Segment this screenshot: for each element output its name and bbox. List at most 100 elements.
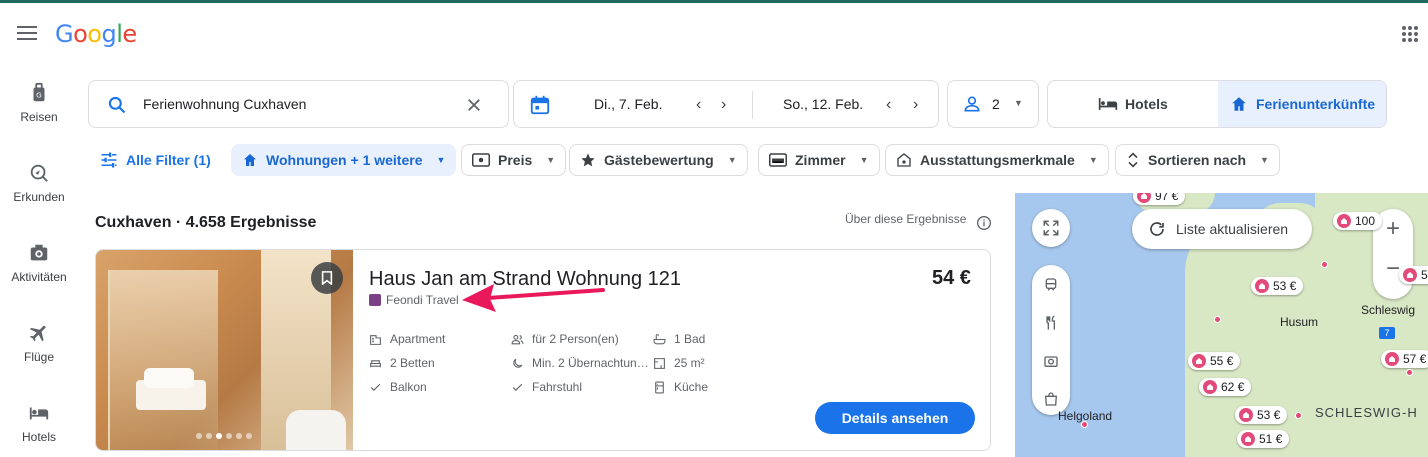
checkout-next-icon[interactable]: › [913, 96, 918, 114]
bathtub-icon [653, 333, 666, 344]
map-price-pin[interactable]: 51 € [1237, 430, 1290, 448]
rooms-icon [769, 153, 787, 167]
refresh-icon [1150, 222, 1164, 236]
guests-selector[interactable]: 2 ▼ [947, 80, 1039, 128]
nav-item-erkunden[interactable]: Erkunden [0, 162, 78, 204]
restaurants-layer-button[interactable] [1032, 305, 1070, 341]
provider-name: Feondi Travel [386, 293, 459, 307]
nav-item-hotels[interactable]: Hotels [0, 402, 78, 444]
camera-icon [1044, 356, 1058, 367]
camera-icon [30, 244, 48, 261]
checkin-prev-icon[interactable]: ‹ [696, 96, 701, 114]
train-icon [1045, 278, 1057, 291]
checkin-date[interactable]: Di., 7. Feb. [594, 96, 662, 112]
filter-rating-label: Gästebewertung [604, 152, 714, 168]
nav-item-reisen[interactable]: G Reisen [0, 82, 78, 124]
property-type-toggle: Hotels Ferienunterkünfte [1047, 80, 1387, 128]
clear-icon[interactable] [465, 96, 483, 114]
filter-apartments[interactable]: Wohnungen + 1 weitere ▼ [231, 144, 457, 176]
all-filters-label: Alle Filter (1) [126, 152, 211, 168]
area-icon [654, 357, 665, 369]
checkout-date[interactable]: So., 12. Feb. [783, 96, 863, 112]
nav-item-fluege[interactable]: Flüge [0, 322, 78, 364]
type-hotels-button[interactable]: Hotels [1048, 81, 1218, 127]
map-dot[interactable] [1214, 316, 1221, 323]
map-price-pin[interactable]: 57 € [1381, 350, 1428, 368]
map-price-pin[interactable]: 53 € [1235, 406, 1288, 424]
date-divider [752, 91, 753, 119]
map-dot[interactable] [1295, 412, 1302, 419]
apps-grid-icon[interactable] [1402, 26, 1418, 42]
filter-price[interactable]: Preis ▼ [461, 144, 567, 176]
map-dot[interactable] [1321, 261, 1328, 268]
transit-layer-button[interactable] [1032, 267, 1070, 303]
nav-item-aktivitaeten[interactable]: Aktivitäten [0, 242, 78, 284]
amenity-item: 1 Bad [653, 332, 705, 346]
person-icon [964, 96, 980, 112]
home-icon [244, 154, 256, 166]
sort-icon [1128, 152, 1138, 168]
sort-button[interactable]: Sortieren nach ▼ [1115, 144, 1280, 176]
guests-count: 2 [992, 96, 1000, 112]
update-list-label: Liste aktualisieren [1176, 221, 1289, 237]
nav-label: Erkunden [13, 190, 65, 204]
flight-icon [29, 325, 46, 342]
details-button[interactable]: Details ansehen [815, 402, 975, 434]
map-price-pin[interactable]: 100 [1333, 212, 1383, 230]
map-price-pin[interactable]: 54 [1399, 266, 1428, 284]
listing-photo[interactable] [96, 250, 353, 450]
checkin-next-icon[interactable]: › [721, 96, 726, 114]
search-input[interactable]: Ferienwohnung Cuxhaven [88, 80, 509, 128]
fullscreen-button[interactable] [1032, 209, 1070, 247]
filter-rooms[interactable]: Zimmer ▼ [758, 144, 880, 176]
map-panel[interactable]: Liste aktualisieren + − 97 € 100 53 € 54… [1015, 193, 1428, 457]
search-icon [108, 96, 126, 114]
all-filters-button[interactable]: Alle Filter (1) [90, 144, 221, 176]
type-vacation-label: Ferienunterkünfte [1256, 96, 1376, 112]
provider-logo-icon [369, 294, 381, 306]
filter-price-label: Preis [498, 152, 533, 168]
annotation-arrow [462, 284, 605, 312]
filter-rating[interactable]: Gästebewertung ▼ [569, 144, 748, 176]
main-menu-icon[interactable] [17, 26, 37, 42]
chevron-down-icon: ▼ [1088, 155, 1098, 165]
people-icon [511, 334, 524, 344]
info-icon[interactable] [976, 215, 992, 231]
map-dot[interactable] [1406, 369, 1413, 376]
map-price-pin[interactable]: 97 € [1133, 193, 1186, 205]
checkout-prev-icon[interactable]: ‹ [886, 96, 891, 114]
amenity-label: für 2 Person(en) [532, 332, 619, 346]
listing-provider: Feondi Travel [369, 293, 459, 307]
search-query: Ferienwohnung Cuxhaven [143, 96, 307, 112]
nav-label: Reisen [20, 110, 58, 124]
about-results-link[interactable]: Über diese Ergebnisse [845, 212, 966, 226]
map-label-husum: Husum [1280, 315, 1319, 329]
google-logo[interactable]: Google [55, 20, 137, 48]
update-list-button[interactable]: Liste aktualisieren [1132, 209, 1312, 249]
map-price-pin[interactable]: 62 € [1199, 378, 1252, 396]
nav-label: Hotels [21, 430, 56, 444]
bookmark-button[interactable] [311, 262, 343, 294]
listing-price: 54 € [932, 267, 971, 289]
svg-text:G: G [36, 91, 42, 100]
amenity-item: 25 m² [653, 356, 705, 370]
amenity-item: Balkon [369, 380, 427, 394]
bed-icon [1098, 98, 1118, 110]
check-icon [512, 383, 523, 391]
attractions-layer-button[interactable] [1032, 343, 1070, 379]
filter-amenities[interactable]: Ausstattungsmerkmale ▼ [885, 144, 1109, 176]
chevron-down-icon: ▼ [859, 155, 869, 165]
nav-label: Aktivitäten [11, 270, 67, 284]
type-vacation-button[interactable]: Ferienunterkünfte [1218, 81, 1386, 127]
amenity-label: Apartment [390, 332, 446, 346]
map-price-pin[interactable]: 55 € [1188, 352, 1241, 370]
amenity-item: für 2 Person(en) [511, 332, 619, 346]
amenity-label: Fahrstuhl [532, 380, 583, 394]
filter-rooms-label: Zimmer [795, 152, 846, 168]
amenity-label: 2 Betten [390, 356, 435, 370]
amenity-label: 25 m² [674, 356, 705, 370]
explore-icon [30, 164, 48, 182]
photo-carousel-dots[interactable] [196, 433, 252, 439]
date-picker[interactable]: Di., 7. Feb. ‹ › So., 12. Feb. ‹ › [513, 80, 939, 128]
map-price-pin[interactable]: 53 € [1251, 277, 1304, 295]
